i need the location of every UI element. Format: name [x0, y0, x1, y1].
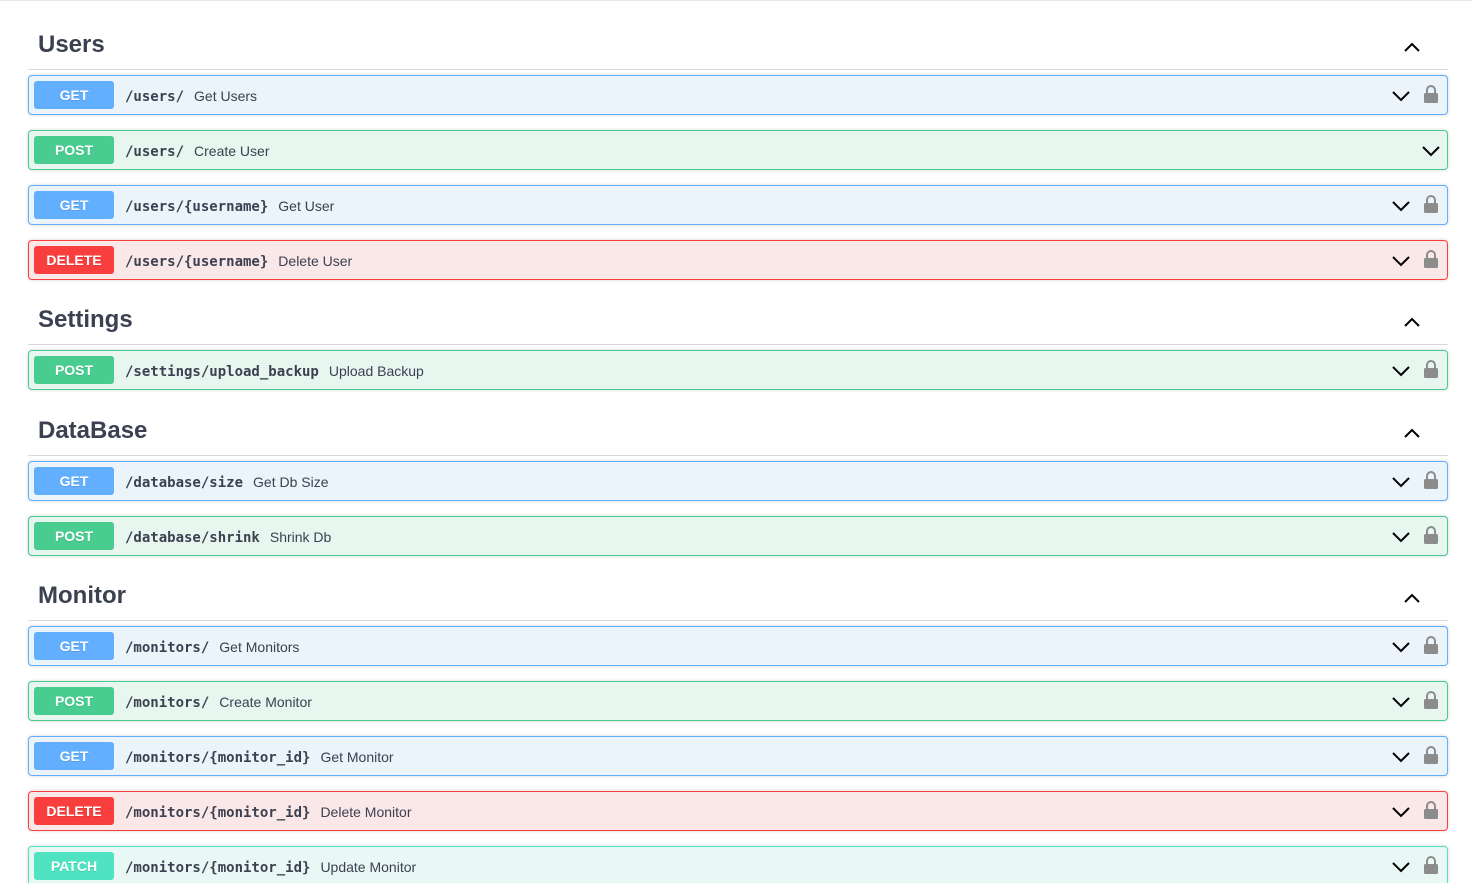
section-title: DataBase [38, 417, 148, 444]
method-badge: GET [34, 191, 114, 219]
section-header-users[interactable]: Users [28, 28, 1448, 70]
operation-path-wrap: /settings/upload_backup Upload Backup [125, 361, 424, 382]
section-title: Settings [38, 306, 133, 333]
method-badge: GET [34, 467, 114, 495]
operation-get-users[interactable]: GET /users/Get Users [28, 75, 1448, 115]
operation-path: /database/size [125, 475, 244, 491]
operation-path: /users/{username} [125, 199, 269, 215]
chevron-up-icon[interactable] [1402, 312, 1422, 332]
chevron-down-icon[interactable] [1391, 692, 1411, 712]
operation-post-shrink-db[interactable]: POST /database/shrink Shrink Db [28, 516, 1448, 556]
section-header-monitor[interactable]: Monitor [28, 579, 1448, 621]
operation-post-upload-backup[interactable]: POST /settings/upload_backup Upload Backu… [28, 350, 1448, 390]
operation-delete-monitor[interactable]: DELETE /monitors/{monitor_id} Delete Moni… [28, 791, 1448, 831]
operation-summary: Shrink Db [269, 529, 332, 545]
lock-icon[interactable] [1423, 470, 1439, 490]
chevron-down-icon[interactable] [1391, 527, 1411, 547]
operation-path-wrap: /monitors/{monitor_id} Delete Monitor [125, 802, 411, 823]
operation-path-wrap: /database/size Get Db Size [125, 472, 329, 493]
operation-path: /monitors/{monitor_id} [125, 805, 311, 821]
operation-summary: Create Monitor [219, 694, 312, 710]
operation-summary: Get Db Size [253, 474, 329, 490]
operation-get-monitor[interactable]: GET /monitors/{monitor_id} Get Monitor [28, 736, 1448, 776]
operation-path: /users/ [125, 144, 185, 160]
operation-path-wrap: /monitors/Create Monitor [125, 692, 312, 713]
lock-icon[interactable] [1423, 800, 1439, 820]
method-badge: POST [34, 356, 114, 384]
lock-icon[interactable] [1423, 690, 1439, 710]
method-badge: POST [34, 687, 114, 715]
lock-icon[interactable] [1423, 855, 1439, 875]
operation-path: /database/shrink [125, 530, 260, 546]
operation-path: /settings/upload_backup [125, 364, 319, 380]
operation-path: /monitors/{monitor_id} [125, 860, 311, 876]
operation-path: /monitors/{monitor_id} [125, 750, 311, 766]
chevron-down-icon[interactable] [1391, 86, 1411, 106]
method-badge: POST [34, 136, 114, 164]
operation-path-wrap: /database/shrink Shrink Db [125, 527, 331, 548]
operation-path-wrap: /users/Create User [125, 141, 269, 162]
chevron-up-icon[interactable] [1402, 588, 1422, 608]
lock-icon[interactable] [1423, 84, 1439, 104]
section-title: Users [38, 31, 105, 58]
operation-delete-user[interactable]: DELETE /users/{username} Delete User [28, 240, 1448, 280]
chevron-up-icon[interactable] [1402, 423, 1422, 443]
swagger-operations-page: Users GET /users/Get Users POST /users/C… [0, 0, 1472, 883]
chevron-down-icon[interactable] [1391, 361, 1411, 381]
chevron-down-icon[interactable] [1421, 141, 1441, 161]
operation-path: /monitors/ [125, 695, 210, 711]
lock-icon[interactable] [1423, 194, 1439, 214]
operation-summary: Delete User [278, 253, 353, 269]
lock-icon[interactable] [1423, 525, 1439, 545]
method-badge: DELETE [34, 797, 114, 825]
operation-path-wrap: /monitors/{monitor_id} Get Monitor [125, 747, 394, 768]
operation-get-monitors[interactable]: GET /monitors/Get Monitors [28, 626, 1448, 666]
chevron-down-icon[interactable] [1391, 196, 1411, 216]
operation-path: /monitors/ [125, 640, 210, 656]
lock-icon[interactable] [1423, 359, 1439, 379]
operation-get-db-size[interactable]: GET /database/size Get Db Size [28, 461, 1448, 501]
section-title: Monitor [38, 582, 126, 609]
operation-patch-monitor[interactable]: PATCH /monitors/{monitor_id} Update Monit… [28, 846, 1448, 883]
method-badge: GET [34, 632, 114, 660]
operation-summary: Get Monitors [219, 639, 300, 655]
chevron-down-icon[interactable] [1391, 802, 1411, 822]
operation-path: /users/ [125, 89, 185, 105]
operation-post-monitors[interactable]: POST /monitors/Create Monitor [28, 681, 1448, 721]
operation-summary: Delete Monitor [320, 804, 412, 820]
top-divider [0, 0, 1472, 1]
section-header-settings[interactable]: Settings [28, 303, 1448, 345]
method-badge: GET [34, 742, 114, 770]
section-header-database[interactable]: DataBase [28, 414, 1448, 456]
method-badge: PATCH [34, 852, 114, 880]
chevron-down-icon[interactable] [1391, 472, 1411, 492]
chevron-down-icon[interactable] [1391, 857, 1411, 877]
chevron-down-icon[interactable] [1391, 747, 1411, 767]
operation-path-wrap: /monitors/{monitor_id} Update Monitor [125, 857, 416, 878]
operation-path: /users/{username} [125, 254, 269, 270]
operation-post-users[interactable]: POST /users/Create User [28, 130, 1448, 170]
lock-icon[interactable] [1423, 249, 1439, 269]
operation-summary: Update Monitor [320, 859, 417, 875]
operation-path-wrap: /users/Get Users [125, 86, 257, 107]
chevron-up-icon[interactable] [1402, 37, 1422, 57]
method-badge: DELETE [34, 246, 114, 274]
chevron-down-icon[interactable] [1391, 251, 1411, 271]
method-badge: POST [34, 522, 114, 550]
chevron-down-icon[interactable] [1391, 637, 1411, 657]
operation-path-wrap: /users/{username} Get User [125, 196, 334, 217]
lock-icon[interactable] [1423, 745, 1439, 765]
operation-summary: Get Monitor [320, 749, 394, 765]
operation-path-wrap: /monitors/Get Monitors [125, 637, 299, 658]
operation-summary: Create User [194, 143, 270, 159]
method-badge: GET [34, 81, 114, 109]
operation-path-wrap: /users/{username} Delete User [125, 251, 352, 272]
operation-summary: Get User [278, 198, 335, 214]
operation-get-user[interactable]: GET /users/{username} Get User [28, 185, 1448, 225]
lock-icon[interactable] [1423, 635, 1439, 655]
operation-summary: Get Users [194, 88, 258, 104]
operation-summary: Upload Backup [328, 363, 424, 379]
